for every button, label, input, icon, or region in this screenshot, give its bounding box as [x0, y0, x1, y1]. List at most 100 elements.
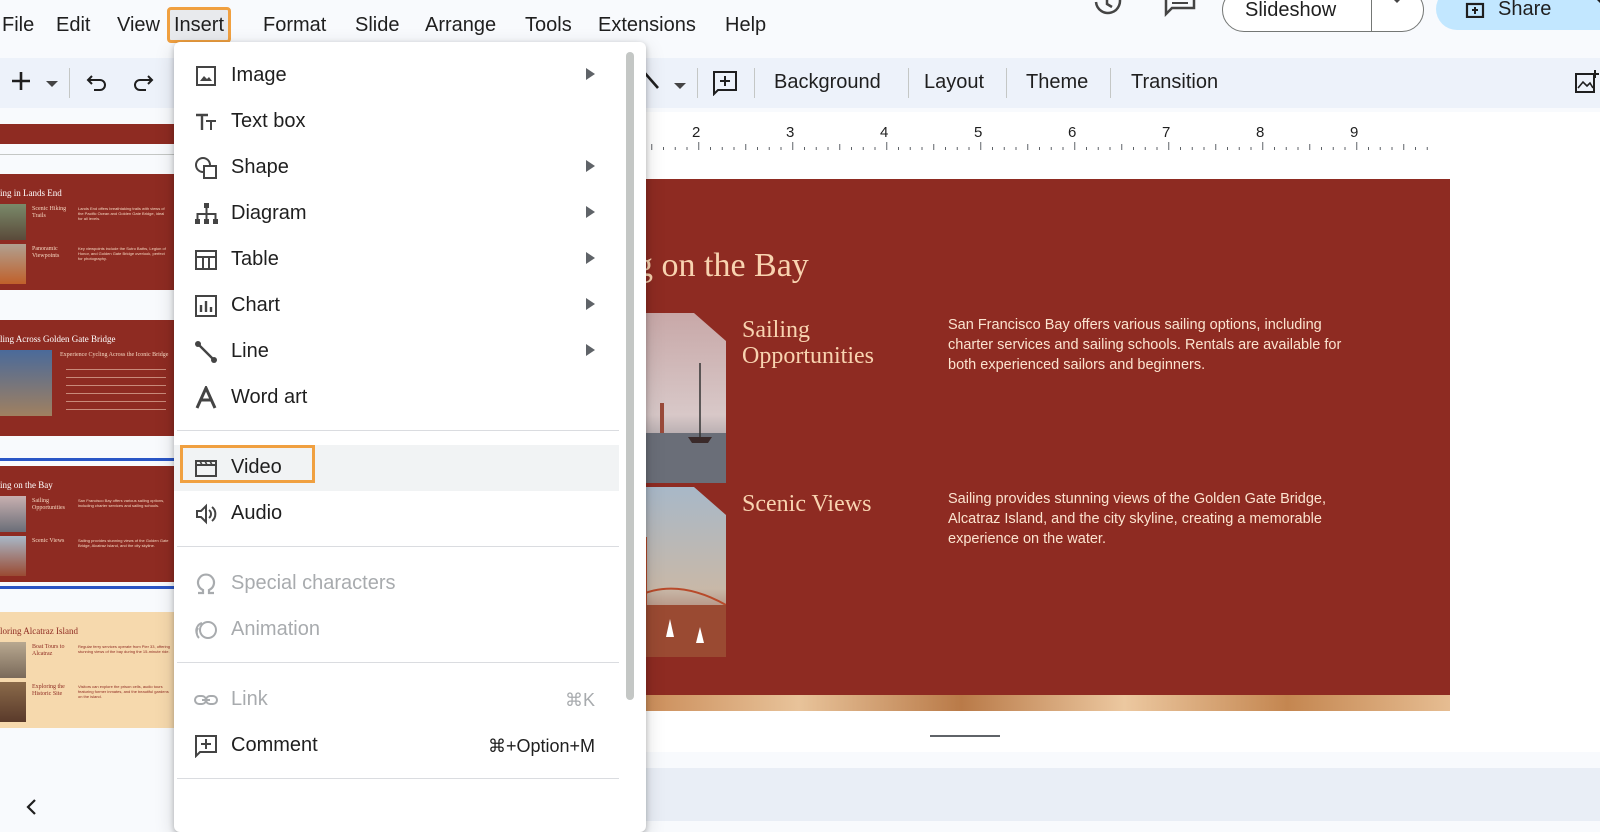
menu-item-shape[interactable]: Shape [174, 145, 619, 191]
menu-item-animation[interactable]: Animation [174, 607, 619, 653]
menu-tools[interactable]: Tools [521, 10, 576, 40]
chevron-down-icon[interactable] [674, 78, 686, 96]
slide-thumbnail[interactable]: loring Alcatraz Island Boat Tours to Alc… [0, 612, 174, 728]
link-icon [194, 688, 218, 712]
shortcut-label: ⌘K [564, 690, 595, 710]
menu-item-label: Line [231, 340, 269, 362]
lock-icon [1464, 0, 1486, 23]
layout-button[interactable]: Layout [924, 71, 984, 94]
toolbar-divider [69, 68, 70, 98]
menu-item-text-box[interactable]: Text box [174, 99, 619, 145]
section-title-views[interactable]: Scenic Views [742, 491, 922, 517]
slide-title[interactable]: g on the Bay [636, 247, 809, 285]
shape-icon [194, 156, 218, 180]
add-comment-icon [194, 734, 218, 759]
menu-format[interactable]: Format [259, 10, 330, 40]
menu-item-label: Animation [231, 618, 320, 640]
redo-icon[interactable] [132, 72, 154, 97]
slideshow-button[interactable]: Slideshow [1222, 0, 1424, 32]
slide-filmstrip[interactable]: ing in Lands End Scenic Hiking Trails La… [0, 112, 176, 821]
horizontal-ruler[interactable]: 2 3 4 5 6 7 8 9 [636, 112, 1436, 152]
menu-item-label: Shape [231, 156, 289, 178]
menu-item-label: Link [231, 688, 268, 710]
ruler-number: 4 [880, 124, 889, 141]
slide-thumbnail[interactable]: ing in Lands End Scenic Hiking Trails La… [0, 174, 174, 290]
thumb-image [0, 642, 26, 678]
menu-scrollbar[interactable] [626, 52, 634, 700]
background-button[interactable]: Background [774, 71, 881, 94]
chevron-down-icon[interactable] [1596, 0, 1600, 14]
menu-edit[interactable]: Edit [52, 10, 94, 40]
slide-thumbnail[interactable]: ing on the Bay Sailing Opportunities San… [0, 466, 174, 582]
slide-thumbnail[interactable]: ling Across Golden Gate Bridge Experienc… [0, 320, 174, 436]
menu-slide[interactable]: Slide [351, 10, 403, 40]
submenu-arrow-icon [586, 68, 595, 80]
thumb-image [0, 204, 26, 240]
section-body-views[interactable]: Sailing provides stunning views of the G… [948, 489, 1363, 549]
notes-resize-handle[interactable] [930, 735, 1000, 737]
line-tool-icon[interactable] [643, 71, 660, 95]
menu-item-special-characters[interactable]: Special characters [174, 561, 619, 607]
menu-insert[interactable]: Insert [166, 7, 232, 43]
submenu-arrow-icon [586, 252, 595, 264]
menu-item-image[interactable]: Image [174, 53, 619, 99]
chevron-down-icon[interactable] [1389, 0, 1405, 11]
thumb-body: Lands End offers breathtaking trails wit… [78, 206, 165, 221]
menu-separator [177, 778, 619, 779]
golden-gate-image[interactable] [636, 487, 726, 657]
add-image-icon[interactable] [1574, 70, 1600, 99]
menu-item-table[interactable]: Table [174, 237, 619, 283]
undo-icon[interactable] [86, 72, 108, 97]
image-icon [194, 64, 218, 88]
menu-item-chart[interactable]: Chart [174, 283, 619, 329]
menu-item-audio[interactable]: Audio [174, 491, 619, 537]
add-comment-icon[interactable] [712, 70, 738, 101]
speaker-notes-area[interactable] [636, 768, 1600, 821]
thumb-title: ing on the Bay [0, 480, 53, 490]
menu-item-line[interactable]: Line [174, 329, 619, 375]
section-body-sailing[interactable]: San Francisco Bay offers various sailing… [948, 315, 1363, 375]
share-button[interactable]: Share [1436, 0, 1600, 30]
slide-thumbnail[interactable] [0, 124, 174, 144]
menu-separator [177, 546, 619, 547]
menu-view[interactable]: View [113, 10, 164, 40]
menu-file[interactable]: File [0, 10, 38, 40]
comments-icon[interactable] [1164, 0, 1196, 23]
menu-extensions[interactable]: Extensions [594, 10, 700, 40]
line-icon [194, 340, 218, 364]
thumb-image [0, 682, 26, 722]
new-slide-icon[interactable] [10, 70, 32, 97]
menu-help[interactable]: Help [721, 10, 770, 40]
thumb-image [0, 536, 26, 576]
transition-button[interactable]: Transition [1131, 71, 1218, 94]
text-box-icon [194, 110, 218, 134]
ruler-number: 6 [1068, 124, 1077, 141]
sailboat-image[interactable] [636, 313, 726, 483]
drop-indicator [0, 458, 174, 461]
history-icon[interactable] [1092, 0, 1122, 23]
menu-item-label: Chart [231, 294, 280, 316]
thumb-subtitle: Scenic Hiking Trails [32, 206, 67, 219]
section-title-sailing[interactable]: Sailing Opportunities [742, 317, 902, 369]
menu-item-label: Table [231, 248, 279, 270]
menu-item-video[interactable]: Video [174, 445, 619, 491]
chevron-left-icon[interactable] [24, 798, 38, 821]
theme-button[interactable]: Theme [1026, 71, 1088, 94]
menu-item-word-art[interactable]: Word art [174, 375, 619, 421]
ruler-ticks [639, 142, 1428, 150]
menu-item-label: Image [231, 64, 287, 86]
menu-item-diagram[interactable]: Diagram [174, 191, 619, 237]
omega-icon [194, 572, 218, 596]
ruler-number: 7 [1162, 124, 1171, 141]
menu-separator [177, 662, 619, 663]
chevron-down-icon[interactable] [46, 76, 58, 94]
menu-arrange[interactable]: Arrange [421, 10, 500, 40]
menu-item-link[interactable]: Link ⌘K [174, 677, 619, 723]
word-art-icon [194, 384, 218, 410]
submenu-arrow-icon [586, 344, 595, 356]
current-slide[interactable]: g on the Bay Sailing Opportunities San F… [636, 179, 1450, 711]
thumb-body: San Francisco Bay offers various sailing… [78, 498, 165, 508]
marble-footer-band [636, 695, 1450, 711]
menu-item-comment[interactable]: Comment ⌘+Option+M [174, 723, 619, 769]
thumb-body: Key viewpoints include the Sutro Baths, … [78, 246, 166, 261]
